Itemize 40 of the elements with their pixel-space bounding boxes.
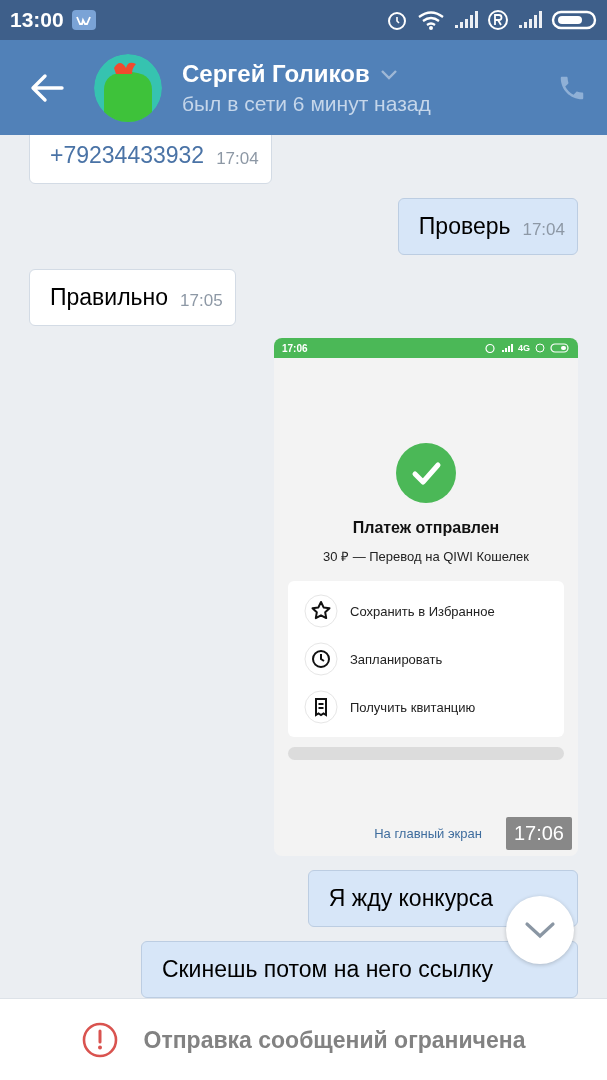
battery-icon [551, 9, 597, 31]
message-time: 17:06 [505, 817, 572, 850]
message-text: Я жду конкурса [328, 885, 493, 912]
payment-screenshot[interactable]: 17:06 4G Платеж отправлен 30 ₽ — Перевод на QIWI Кошелек Сохранить в Избранное Запланировать Получить квитанцию На главный экран 17:06 [274, 338, 578, 856]
restriction-notice: Отправка сообщений ограничена [143, 1026, 526, 1054]
registered-icon [535, 343, 545, 353]
chevron-down-icon [524, 921, 556, 939]
message-text: Правильно [50, 284, 169, 311]
app-notification-icon [71, 10, 96, 30]
chevron-down-icon[interactable] [379, 67, 398, 80]
receipt-icon [304, 690, 338, 724]
last-seen-status: был в сети 6 минут назад [182, 91, 432, 116]
registered-icon [487, 9, 509, 31]
status-time: 13:00 [10, 8, 64, 32]
payment-title: Платеж отправлен [351, 519, 501, 537]
status-time: 17:06 [282, 342, 308, 354]
success-check-icon [396, 443, 456, 503]
message-text: Скинешь потом на него ссылку [161, 956, 493, 983]
battery-icon [550, 343, 570, 353]
phone-link[interactable]: +79234433932 [50, 142, 205, 169]
action-label[interactable]: Сохранить в Избранное [350, 603, 495, 619]
message-text: Проверь [418, 213, 511, 240]
avatar[interactable] [94, 53, 162, 122]
contact-name[interactable]: Сергей Голиков [182, 59, 370, 88]
warning-icon [81, 1022, 118, 1058]
alarm-icon [484, 343, 496, 353]
signal-icon [517, 10, 543, 30]
wifi-icon [417, 9, 445, 31]
message-time: 17:04 [522, 220, 565, 240]
network-label: 4G [518, 343, 530, 353]
clock-icon [304, 642, 338, 676]
message-time: 17:04 [216, 149, 259, 169]
action-label[interactable]: Запланировать [350, 651, 443, 667]
signal-icon [501, 343, 513, 353]
action-label[interactable]: Получить квитанцию [350, 699, 476, 715]
signal-icon [453, 10, 479, 30]
home-link[interactable]: На главный экран [374, 826, 482, 841]
message-time: 17:05 [180, 291, 223, 311]
back-arrow-icon[interactable] [30, 72, 64, 103]
payment-subtitle: 30 ₽ — Перевод на QIWI Кошелек [322, 548, 530, 565]
